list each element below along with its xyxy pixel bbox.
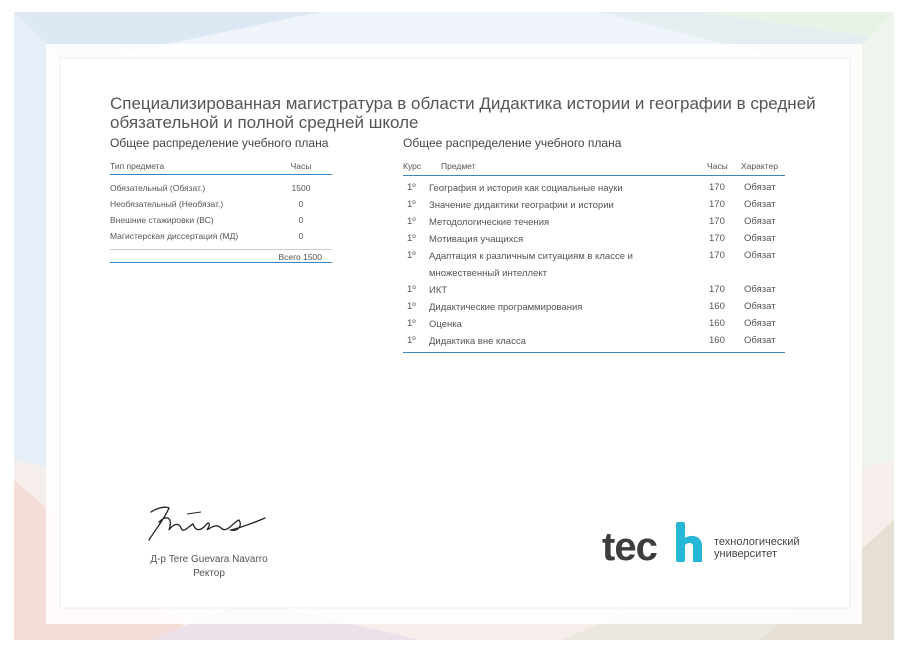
logo-line-2: университет xyxy=(714,548,778,560)
row-hours: 0 xyxy=(298,215,304,225)
table-row: 1º Дидактика вне класса 160 Обязат xyxy=(403,333,785,350)
table-row: 1º Дидактические программирования 160 Об… xyxy=(403,299,785,316)
row-course: 1º xyxy=(407,233,416,244)
tech-logo: tec xyxy=(602,522,702,568)
row-hours: 170 xyxy=(709,216,725,227)
row-course: 1º xyxy=(407,335,416,346)
row-hours: 170 xyxy=(709,250,725,261)
row-course: 1º xyxy=(407,182,416,193)
row-hours: 170 xyxy=(709,284,725,295)
table-row: Внешние стажировки (ВС) 0 xyxy=(110,213,332,229)
table-row: 1º Оценка 160 Обязат xyxy=(403,316,785,333)
column-header-course: Курс xyxy=(403,161,422,171)
row-type: Необязательный (Необязат.) xyxy=(110,199,224,209)
table-bottom-rule xyxy=(403,352,785,353)
summary-total: Всего 1500 xyxy=(278,252,322,262)
row-subject: География и история как социальные науки xyxy=(429,183,623,194)
column-header-hours: Часы xyxy=(707,161,728,171)
row-course: 1º xyxy=(407,301,416,312)
table-row: Магистерская диссертация (МД) 0 xyxy=(110,229,332,245)
right-section-heading: Общее распределение учебного плана xyxy=(403,136,622,150)
row-subject: ИКТ xyxy=(429,285,448,296)
row-hours: 160 xyxy=(709,301,725,312)
subjects-table-header: Курс Предмет Часы Характер xyxy=(403,158,785,176)
left-section-heading: Общее распределение учебного плана xyxy=(110,136,329,150)
row-hours: 0 xyxy=(298,231,304,241)
row-hours: 170 xyxy=(709,199,725,210)
row-character: Обязат xyxy=(744,233,776,244)
column-header-subject: Предмет xyxy=(441,161,476,171)
subjects-table: Курс Предмет Часы Характер 1º География … xyxy=(403,158,785,353)
table-row: Необязательный (Необязат.) 0 xyxy=(110,197,332,213)
summary-table: Тип предмета Часы Обязательный (Обязат.)… xyxy=(110,158,332,263)
row-character: Обязат xyxy=(744,284,776,295)
logo-line-1: технологический xyxy=(714,536,800,548)
table-row: 1º Мотивация учащихся 170 Обязат xyxy=(403,231,785,248)
row-character: Обязат xyxy=(744,182,776,193)
row-character: Обязат xyxy=(744,335,776,346)
row-subject: Дидактика вне класса xyxy=(429,336,526,347)
column-header-character: Характер xyxy=(741,161,778,171)
row-type: Магистерская диссертация (МД) xyxy=(110,231,239,241)
row-subject: Оценка xyxy=(429,319,462,330)
summary-table-header: Тип предмета Часы xyxy=(110,158,332,175)
row-subject: Дидактические программирования xyxy=(429,302,583,313)
row-hours: 160 xyxy=(709,318,725,329)
row-subject: Мотивация учащихся xyxy=(429,234,524,245)
row-course: 1º xyxy=(407,284,416,295)
row-character: Обязат xyxy=(744,318,776,329)
table-row: 1º Значение дидактики географии и истори… xyxy=(403,197,785,214)
row-course: 1º xyxy=(407,199,416,210)
row-subject: Значение дидактики географии и истории xyxy=(429,200,614,211)
page-title: Специализированная магистратура в област… xyxy=(110,94,816,132)
logo-tagline: технологический университет xyxy=(714,536,800,560)
row-character: Обязат xyxy=(744,301,776,312)
row-course: 1º xyxy=(407,250,416,261)
summary-total-row: Всего 1500 xyxy=(110,249,332,263)
table-row: 1º Методологические течения 170 Обязат xyxy=(403,214,785,231)
table-row: Обязательный (Обязат.) 1500 xyxy=(110,181,332,197)
row-course: 1º xyxy=(407,216,416,227)
row-type: Внешние стажировки (ВС) xyxy=(110,215,214,225)
table-row: 1º Адаптация к различным ситуациям в кла… xyxy=(403,248,785,282)
table-row: 1º География и история как социальные на… xyxy=(403,180,785,197)
signature-image xyxy=(148,506,266,541)
certificate-page: Специализированная магистратура в област… xyxy=(0,0,908,651)
row-hours: 170 xyxy=(709,233,725,244)
row-hours: 0 xyxy=(298,199,304,209)
row-hours: 170 xyxy=(709,182,725,193)
row-character: Обязат xyxy=(744,250,776,261)
row-type: Обязательный (Обязат.) xyxy=(110,183,206,193)
column-header-type: Тип предмета xyxy=(110,161,165,171)
signatory-name: Д-р Tere Guevara Navarro xyxy=(150,554,268,565)
svg-text:tec: tec xyxy=(602,525,658,568)
row-course: 1º xyxy=(407,318,416,329)
row-hours: 160 xyxy=(709,335,725,346)
column-header-hours: Часы xyxy=(290,161,312,171)
row-character: Обязат xyxy=(744,216,776,227)
row-subject: Методологические течения xyxy=(429,217,550,228)
row-subject: Адаптация к различным ситуациям в классе… xyxy=(429,251,633,279)
signatory-role: Ректор xyxy=(193,568,225,579)
row-hours: 1500 xyxy=(291,183,311,193)
table-row: 1º ИКТ 170 Обязат xyxy=(403,282,785,299)
row-character: Обязат xyxy=(744,199,776,210)
